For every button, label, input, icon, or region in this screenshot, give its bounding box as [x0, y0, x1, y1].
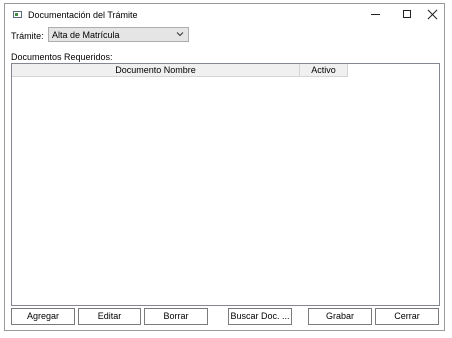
grabar-button[interactable]: Grabar — [308, 308, 372, 325]
buscar-doc-button[interactable]: Buscar Doc. ... — [228, 308, 292, 325]
minimize-icon — [371, 14, 380, 15]
cerrar-button[interactable]: Cerrar — [375, 308, 439, 325]
tramite-select[interactable]: Alta de Matrícula — [48, 27, 189, 42]
documentos-requeridos-label: Documentos Requeridos: — [11, 52, 113, 62]
title-bar[interactable]: Documentación del Trámite — [5, 4, 444, 26]
chevron-down-icon — [176, 30, 184, 38]
window-title: Documentación del Trámite — [28, 10, 138, 20]
agregar-button[interactable]: Agregar — [11, 308, 75, 325]
tramite-label: Trámite: — [11, 31, 44, 41]
minimize-button[interactable] — [360, 4, 392, 26]
maximize-icon — [403, 10, 411, 18]
close-window-button[interactable] — [417, 4, 449, 26]
editar-button[interactable]: Editar — [78, 308, 141, 325]
grid-header: Documento Nombre Activo — [12, 64, 348, 77]
borrar-button[interactable]: Borrar — [144, 308, 208, 325]
app-icon — [13, 11, 22, 18]
column-header-activo[interactable]: Activo — [300, 64, 348, 77]
tramite-select-value: Alta de Matrícula — [52, 30, 120, 40]
column-header-documento-nombre[interactable]: Documento Nombre — [12, 64, 300, 77]
close-icon — [427, 9, 438, 20]
main-window: Documentación del Trámite Trámite: Alta … — [4, 3, 445, 331]
button-bar: Agregar Editar Borrar Buscar Doc. ... Gr… — [5, 308, 444, 326]
documents-grid[interactable]: Documento Nombre Activo — [11, 63, 440, 306]
